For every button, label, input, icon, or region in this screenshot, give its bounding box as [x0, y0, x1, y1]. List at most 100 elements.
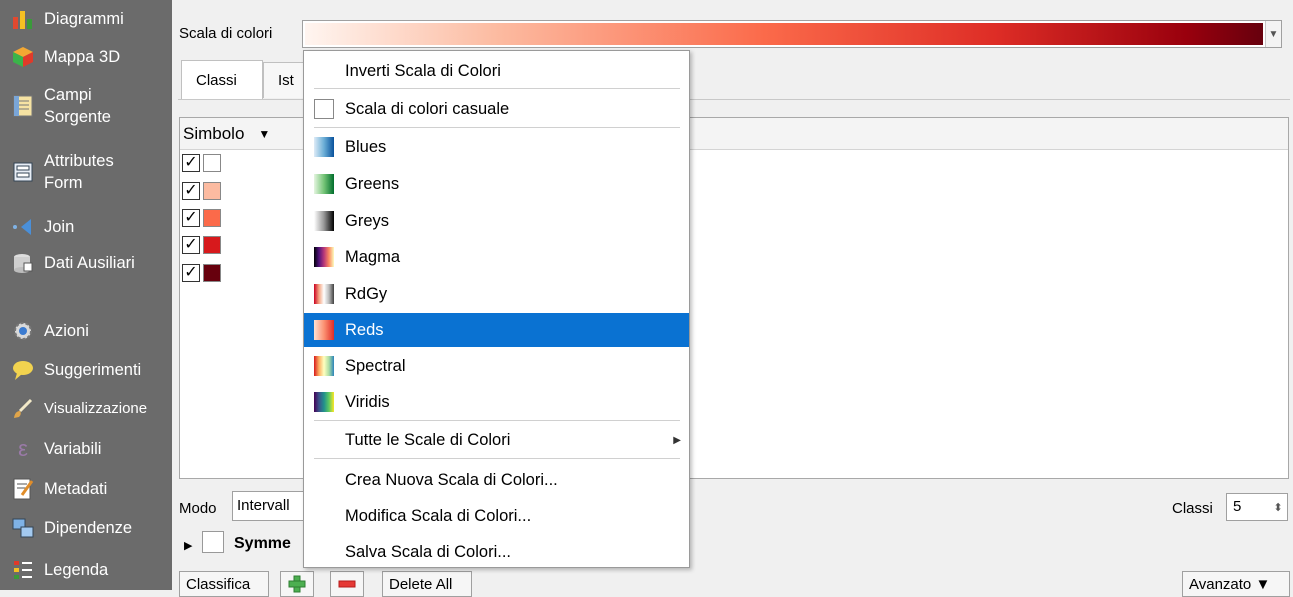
gradient-swatch-icon	[314, 392, 334, 412]
menu-item-spectral[interactable]: Spectral	[304, 349, 689, 383]
delete-all-button[interactable]: Delete All	[382, 571, 472, 597]
menu-item-label: Blues	[345, 137, 387, 156]
remove-class-button[interactable]	[330, 571, 364, 597]
classify-button[interactable]: Classifica	[179, 571, 269, 597]
form-icon	[10, 159, 36, 185]
color-ramp-label: Scala di colori	[179, 25, 273, 42]
add-class-button[interactable]	[280, 571, 314, 597]
menu-item-blues[interactable]: Blues	[304, 130, 689, 164]
gradient-swatch-icon	[314, 247, 334, 267]
menu-item-invert[interactable]: Inverti Scala di Colori	[304, 54, 689, 88]
database-icon	[10, 250, 36, 276]
list-item[interactable]: ✓	[182, 236, 221, 254]
gradient-swatch-icon	[314, 284, 334, 304]
plus-icon	[288, 575, 306, 593]
sidebar-item-azioni[interactable]: Azioni	[0, 318, 172, 344]
mode-label: Modo	[179, 500, 217, 517]
gradient-swatch-icon	[314, 137, 334, 157]
classes-count-spinbox[interactable]: 5 ⬍	[1226, 493, 1288, 521]
class-color-swatch[interactable]	[203, 182, 221, 200]
sidebar-item-attributes-form[interactable]: Attributes Form	[0, 150, 172, 194]
sidebar-item-label: Variabili	[44, 440, 102, 458]
class-checkbox[interactable]: ✓	[182, 264, 200, 282]
sidebar: Diagrammi Mappa 3D Campi Sorgente Attrib…	[0, 0, 172, 590]
color-ramp-preview[interactable]	[305, 23, 1263, 45]
classes-count-value[interactable]: 5	[1227, 494, 1269, 520]
sidebar-item-label: Suggerimenti	[44, 361, 142, 379]
symmetric-checkbox[interactable]	[202, 531, 224, 553]
menu-separator	[314, 127, 680, 128]
column-header-label: Simbolo	[183, 123, 245, 143]
sidebar-item-label: Legenda	[44, 561, 109, 579]
list-item[interactable]: ✓	[182, 264, 221, 282]
sidebar-item-label: Join	[44, 218, 75, 236]
menu-item-edit[interactable]: Modifica Scala di Colori...	[304, 499, 689, 533]
speech-bubble-icon	[10, 357, 36, 383]
menu-item-label: Scala di colori casuale	[345, 99, 510, 118]
list-item[interactable]: ✓	[182, 209, 221, 227]
sidebar-item-visualizzazione[interactable]: Visualizzazione	[0, 396, 172, 422]
gear-icon	[10, 318, 36, 344]
sidebar-item-label: Campi Sorgente	[44, 86, 111, 126]
menu-separator	[314, 420, 680, 421]
sidebar-item-label: Dati Ausiliari	[44, 254, 135, 272]
expand-arrow-icon[interactable]: ▶	[184, 539, 192, 552]
sidebar-item-variabili[interactable]: ε Variabili	[0, 436, 172, 462]
class-checkbox[interactable]: ✓	[182, 236, 200, 254]
sidebar-item-diagrammi[interactable]: Diagrammi	[0, 6, 172, 32]
sidebar-item-metadati[interactable]: Metadati	[0, 476, 172, 502]
sidebar-item-dipendenze[interactable]: Dipendenze	[0, 515, 172, 541]
menu-item-create[interactable]: Crea Nuova Scala di Colori...	[304, 463, 689, 497]
sidebar-item-join[interactable]: Join	[0, 214, 172, 240]
classes-count-label: Classi	[1172, 500, 1213, 517]
sidebar-item-mappa-3d[interactable]: Mappa 3D	[0, 44, 172, 70]
menu-item-reds[interactable]: Reds	[304, 313, 689, 347]
symmetric-label: Symme	[234, 535, 291, 552]
sidebar-item-dati-ausiliari[interactable]: Dati Ausiliari	[0, 250, 172, 276]
menu-item-save[interactable]: Salva Scala di Colori...	[304, 535, 689, 569]
legend-icon	[10, 557, 36, 583]
sidebar-item-legenda[interactable]: Legenda	[0, 557, 172, 583]
menu-item-greens[interactable]: Greens	[304, 167, 689, 201]
column-header-symbol[interactable]: Simbolo ▼	[180, 124, 270, 144]
menu-item-magma[interactable]: Magma	[304, 240, 689, 274]
class-color-swatch[interactable]	[203, 264, 221, 282]
class-checkbox[interactable]: ✓	[182, 209, 200, 227]
class-color-swatch[interactable]	[203, 154, 221, 172]
menu-item-rdgy[interactable]: RdGy	[304, 277, 689, 311]
color-ramp-menu[interactable]: Inverti Scala di Colori Scala di colori …	[303, 50, 690, 568]
metadata-icon	[10, 476, 36, 502]
chevron-down-icon[interactable]: ▼	[1265, 21, 1281, 47]
menu-item-label: Modifica Scala di Colori...	[345, 506, 532, 525]
epsilon-icon: ε	[18, 436, 28, 461]
class-checkbox[interactable]: ✓	[182, 154, 200, 172]
menu-item-label: Reds	[345, 320, 384, 339]
color-ramp-combo[interactable]: ▼	[302, 20, 1282, 48]
mode-combo[interactable]: Intervall	[232, 491, 312, 521]
list-item[interactable]: ✓	[182, 182, 221, 200]
dependencies-icon	[10, 515, 36, 541]
gradient-swatch-icon	[314, 356, 334, 376]
sidebar-item-campi-sorgente[interactable]: Campi Sorgente	[0, 84, 172, 128]
spin-arrows-icon[interactable]: ⬍	[1269, 494, 1287, 520]
sidebar-item-suggerimenti[interactable]: Suggerimenti	[0, 357, 172, 383]
menu-item-label: Greens	[345, 174, 400, 193]
checkbox-icon[interactable]	[314, 99, 334, 119]
menu-item-label: Magma	[345, 247, 401, 266]
menu-item-all-ramps[interactable]: Tutte le Scale di Colori ▶	[304, 423, 689, 457]
menu-separator	[314, 458, 680, 459]
chevron-right-icon: ▶	[673, 434, 681, 446]
tab-classi[interactable]: Classi	[181, 60, 263, 100]
list-item[interactable]: ✓	[182, 154, 221, 172]
menu-item-random[interactable]: Scala di colori casuale	[304, 92, 689, 126]
sidebar-item-label: Visualizzazione	[44, 400, 148, 417]
menu-separator	[314, 88, 680, 89]
diagram-icon	[10, 6, 36, 32]
class-color-swatch[interactable]	[203, 209, 221, 227]
class-checkbox[interactable]: ✓	[182, 182, 200, 200]
menu-item-greys[interactable]: Greys	[304, 204, 689, 238]
advanced-button[interactable]: Avanzato ▼	[1182, 571, 1290, 597]
menu-item-viridis[interactable]: Viridis	[304, 385, 689, 419]
join-icon	[10, 214, 36, 240]
class-color-swatch[interactable]	[203, 236, 221, 254]
